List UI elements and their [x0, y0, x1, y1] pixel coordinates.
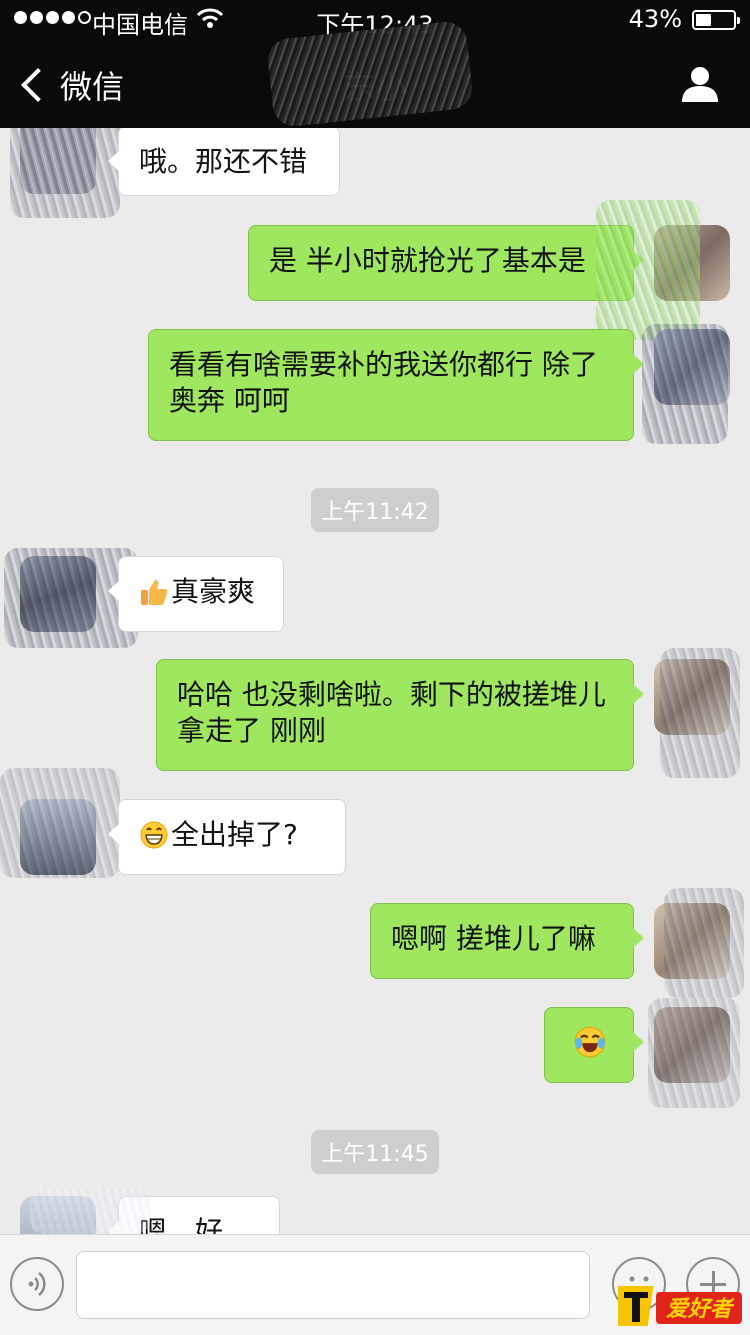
message-bubble[interactable]: 真豪爽 — [108, 556, 284, 632]
timestamp: 上午11:42 — [0, 488, 750, 532]
message-text: 看看有啥需要补的我送你都行 除了奥奔 呵呵 — [169, 348, 598, 417]
redaction-scribble — [10, 128, 120, 218]
message-text: 是 半小时就抢光了基本是 — [269, 244, 586, 277]
message-bubble[interactable]: 哈哈 也没剩啥啦。剩下的被搓堆儿拿走了 刚刚 — [156, 659, 644, 771]
grinning-face-icon — [140, 821, 168, 849]
message-bubble[interactable]: 嗯啊 搓堆儿了嘛 — [370, 903, 644, 979]
message-bubble[interactable]: 全出掉了? — [108, 799, 346, 875]
voice-input-button[interactable] — [10, 1257, 64, 1311]
watermark-logo: 爱好者 — [618, 1286, 742, 1326]
message-bubble[interactable]: 哦。那还不错 — [108, 128, 340, 196]
top-bar: 中国电信 下午12:43 43% 微信 东小 — [0, 0, 750, 129]
battery-fill — [696, 14, 711, 26]
message-input[interactable] — [76, 1251, 590, 1319]
redaction-scribble — [30, 1188, 150, 1234]
message-bubble[interactable] — [544, 1007, 644, 1083]
nav-bar: 微信 东小 — [0, 19, 750, 129]
chat-area[interactable]: 哦。那还不错 是 半小时就抢光了基本是 看看有啥需要补的我送你都行 除了奥奔 呵… — [0, 128, 750, 1234]
profile-icon[interactable] — [680, 64, 720, 104]
message-text: 哦。那还不错 — [139, 145, 308, 178]
message-bubble[interactable]: 看看有啥需要补的我送你都行 除了奥奔 呵呵 — [148, 329, 644, 441]
message-text: 哈哈 也没剩啥啦。剩下的被搓堆儿拿走了 刚刚 — [177, 678, 606, 747]
redaction-scribble — [0, 768, 120, 878]
redaction-scribble — [642, 324, 728, 444]
watermark-text: 爱好者 — [666, 1297, 735, 1322]
thumbs-up-icon — [141, 580, 168, 605]
message-text: 嗯啊 搓堆儿了嘛 — [391, 922, 596, 955]
redaction-scribble — [660, 648, 740, 778]
voice-icon — [28, 1272, 46, 1296]
battery-percent: 43% — [628, 5, 682, 33]
redaction-scribble — [664, 888, 744, 998]
timestamp: 上午11:45 — [0, 1130, 750, 1174]
message-text: 嗯，好 — [139, 1215, 224, 1234]
message-text: 真豪爽 — [171, 575, 256, 608]
redaction-scribble — [648, 998, 740, 1108]
battery-icon — [692, 10, 740, 30]
message-text: 全出掉了? — [171, 818, 298, 851]
tears-of-joy-icon — [574, 1026, 606, 1058]
redaction-scribble — [596, 200, 700, 340]
message-bubble[interactable]: 是 半小时就抢光了基本是 — [248, 225, 644, 301]
